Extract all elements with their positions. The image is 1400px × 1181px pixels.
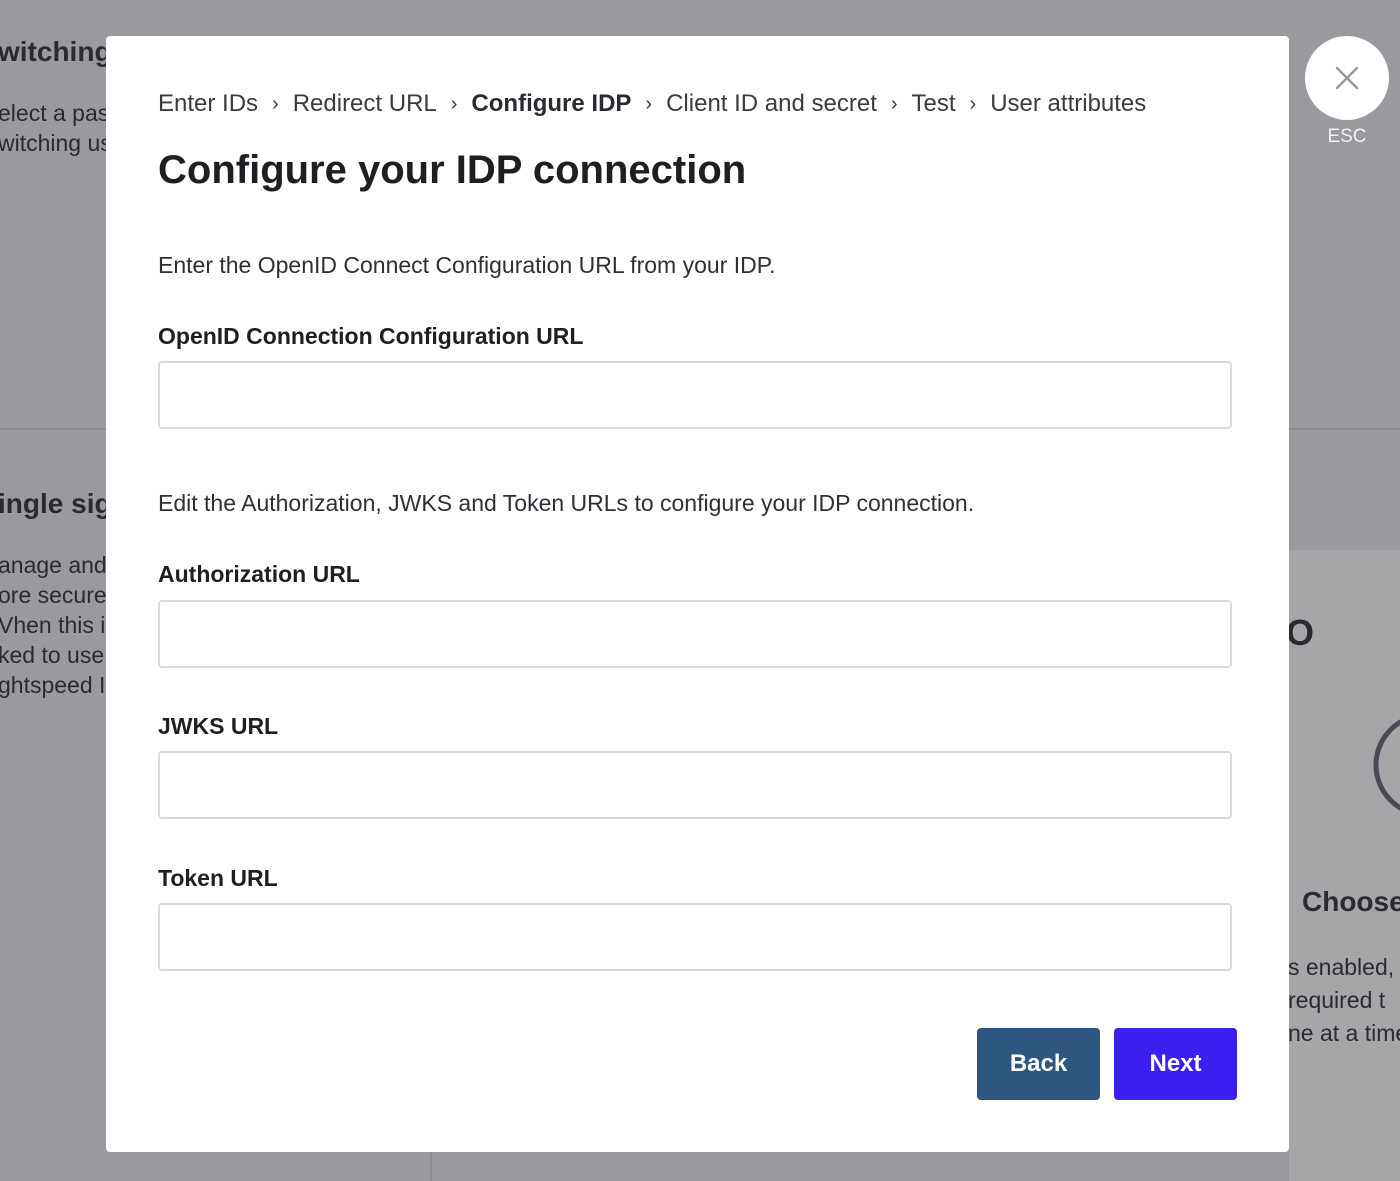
bg-text-line: ore secure [0,582,107,608]
bg-text-line: ked to use [0,642,105,668]
bg-text-line: s enabled, a [1288,954,1400,980]
bg-divider [430,1152,432,1181]
chevron-right-icon: › [272,92,279,115]
configure-idp-dialog: Enter IDs › Redirect URL › Configure IDP… [106,36,1289,1152]
chevron-right-icon: › [890,92,898,115]
openid-config-url-label: OpenID Connection Configuration URL [158,323,584,349]
bg-text-line: anage and [0,552,107,578]
esc-label: ESC [1327,126,1367,147]
bg-divider [1289,428,1400,430]
bg-text-line: ghtspeed I [0,672,106,698]
openid-config-url-input[interactable] [158,361,1232,429]
close-icon [1335,66,1359,90]
jwks-url-input[interactable] [158,751,1232,819]
intro-text: Enter the OpenID Connect Configuration U… [158,252,776,278]
breadcrumb-item-test[interactable]: Test [912,90,956,118]
breadcrumb-item-configure-idp: Configure IDP [471,90,632,117]
token-url-label: Token URL [158,865,278,891]
page-title: Configure your IDP connection [158,148,747,192]
bg-divider [0,428,106,430]
bg-text-line: required t [1288,987,1386,1013]
breadcrumb-item-enter-ids[interactable]: Enter IDs [158,90,258,118]
token-url-input[interactable] [158,903,1232,971]
edit-urls-text: Edit the Authorization, JWKS and Token U… [158,490,975,516]
breadcrumb-item-redirect-url[interactable]: Redirect URL [293,90,437,118]
breadcrumb: Enter IDs › Redirect URL › Configure IDP… [158,90,1146,118]
authorization-url-label: Authorization URL [158,561,360,587]
breadcrumb-item-user-attributes[interactable]: User attributes [990,90,1146,118]
bg-subheading-choose: Choose [1302,886,1400,917]
next-button[interactable]: Next [1114,1028,1237,1100]
close-button[interactable] [1305,36,1389,120]
authorization-url-input[interactable] [158,600,1232,668]
bg-text-line: elect a pass [0,100,121,126]
breadcrumb-item-client-id-secret[interactable]: Client ID and secret [666,90,877,118]
chevron-right-icon: › [645,92,653,115]
back-button[interactable]: Back [977,1028,1100,1100]
jwks-url-label: JWKS URL [158,713,279,739]
bg-heading-fragment: O [1286,612,1315,653]
bg-text-line: ne at a time [1288,1020,1400,1046]
chevron-right-icon: › [969,92,977,115]
bg-heading-switching: witching [0,36,112,67]
chevron-right-icon: › [450,92,458,115]
bg-text-line: Vhen this is [0,612,117,638]
bg-clock-icon [1373,719,1400,811]
bg-text-line: witching us [0,130,112,156]
